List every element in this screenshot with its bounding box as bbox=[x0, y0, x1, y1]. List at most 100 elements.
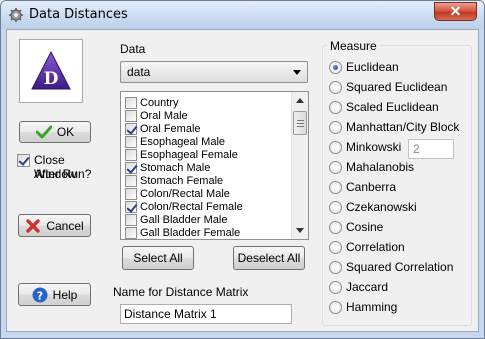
data-label: Data bbox=[120, 42, 146, 56]
measure-option-label: Cosine bbox=[346, 220, 384, 234]
measure-radio[interactable] bbox=[329, 60, 342, 74]
measure-option-czekanowski[interactable]: Czekanowski bbox=[329, 199, 417, 215]
cancel-button[interactable]: Cancel bbox=[18, 214, 91, 237]
measure-option-jaccard[interactable]: Jaccard bbox=[329, 279, 388, 295]
app-icon bbox=[9, 8, 23, 22]
scroll-down-button[interactable] bbox=[292, 222, 308, 239]
measure-option-label: Scaled Euclidean bbox=[346, 100, 439, 114]
list-item[interactable]: Stomach Female bbox=[125, 174, 223, 187]
measure-option-hamming[interactable]: Hamming bbox=[329, 299, 397, 315]
list-item[interactable]: Gall Bladder Male bbox=[125, 213, 227, 226]
measure-option-label: Correlation bbox=[346, 240, 405, 254]
ok-button[interactable]: OK bbox=[19, 121, 91, 143]
measure-option-label: Jaccard bbox=[346, 280, 389, 294]
measure-radio[interactable] bbox=[329, 120, 342, 134]
measure-option-minkowski[interactable]: Minkowski bbox=[329, 139, 401, 155]
list-item[interactable]: Stomach Male bbox=[125, 161, 210, 174]
distance-name-value: Distance Matrix 1 bbox=[124, 307, 217, 321]
list-item[interactable]: Oral Female bbox=[125, 122, 201, 135]
measure-radio[interactable] bbox=[329, 140, 342, 154]
list-item-label: Country bbox=[140, 96, 179, 109]
arrow-down-icon bbox=[296, 228, 304, 233]
list-item[interactable]: Esophageal Female bbox=[125, 148, 238, 161]
measure-radio[interactable] bbox=[329, 240, 342, 254]
data-select-value: data bbox=[127, 65, 151, 79]
list-item-label: Esophageal Female bbox=[140, 148, 238, 161]
measure-option-label: Euclidean bbox=[346, 60, 399, 74]
dialog-body: D OK Close Window After Run? Cancel ? He… bbox=[6, 29, 479, 332]
measure-radio[interactable] bbox=[329, 280, 342, 294]
deselect-all-button[interactable]: Deselect All bbox=[233, 246, 305, 270]
close-after-run-check[interactable] bbox=[17, 154, 30, 167]
list-item-label: Stomach Male bbox=[140, 161, 211, 174]
select-all-button[interactable]: Select All bbox=[122, 246, 194, 270]
list-item-checkbox[interactable] bbox=[125, 213, 137, 226]
measure-radio[interactable] bbox=[329, 160, 342, 174]
close-after-run-checkbox[interactable]: Close Window After Run? bbox=[17, 152, 107, 182]
measure-radio[interactable] bbox=[329, 220, 342, 234]
data-select[interactable]: data bbox=[120, 61, 308, 83]
measure-radio[interactable] bbox=[329, 260, 342, 274]
list-item-checkbox[interactable] bbox=[125, 174, 137, 187]
list-item[interactable]: Gall Bladder Female bbox=[125, 226, 240, 239]
list-item-label: Esophageal Male bbox=[140, 135, 226, 148]
measure-option-scaled-euclidean[interactable]: Scaled Euclidean bbox=[329, 99, 439, 115]
measure-radio[interactable] bbox=[329, 200, 342, 214]
title-bar[interactable]: Data Distances ✕ bbox=[1, 1, 484, 29]
logo-icon: D bbox=[31, 50, 71, 90]
list-item[interactable]: Country bbox=[125, 96, 179, 109]
list-item-checkbox[interactable] bbox=[125, 161, 137, 174]
scroll-up-button[interactable] bbox=[292, 92, 308, 109]
minkowski-power-input[interactable]: 2 bbox=[408, 139, 454, 159]
measure-option-manhattan-city-block[interactable]: Manhattan/City Block bbox=[329, 119, 459, 135]
list-item[interactable]: Colon/Rectal Male bbox=[125, 187, 230, 200]
list-item-checkbox[interactable] bbox=[125, 148, 137, 161]
close-icon: ✕ bbox=[449, 3, 462, 19]
help-label: Help bbox=[52, 287, 78, 302]
list-item-label: Colon/Rectal Male bbox=[140, 187, 230, 200]
variable-list[interactable]: Country Oral Male Oral Female Esophageal Ma… bbox=[120, 91, 309, 240]
list-item-checkbox[interactable] bbox=[125, 109, 137, 122]
list-item-checkbox[interactable] bbox=[125, 135, 137, 148]
measure-option-squared-correlation[interactable]: Squared Correlation bbox=[329, 259, 453, 275]
list-item[interactable]: Oral Male bbox=[125, 109, 188, 122]
chevron-down-icon bbox=[293, 70, 301, 75]
measure-radio[interactable] bbox=[329, 100, 342, 114]
list-item-checkbox[interactable] bbox=[125, 96, 137, 109]
measure-option-canberra[interactable]: Canberra bbox=[329, 179, 396, 195]
deselect-all-label: Deselect All bbox=[237, 251, 301, 265]
arrow-up-icon bbox=[296, 98, 304, 103]
list-item-label: Colon/Rectal Female bbox=[140, 200, 243, 213]
list-item-checkbox[interactable] bbox=[125, 226, 137, 239]
list-item-checkbox[interactable] bbox=[125, 122, 137, 135]
measure-option-euclidean[interactable]: Euclidean bbox=[329, 59, 399, 75]
list-item[interactable]: Colon/Rectal Female bbox=[125, 200, 243, 213]
scrollbar-thumb[interactable] bbox=[293, 111, 307, 135]
list-item-checkbox[interactable] bbox=[125, 200, 137, 213]
measure-option-squared-euclidean[interactable]: Squared Euclidean bbox=[329, 79, 447, 95]
close-button[interactable]: ✕ bbox=[434, 2, 477, 21]
measure-label: Measure bbox=[327, 39, 380, 53]
measure-option-label: Minkowski bbox=[346, 140, 402, 154]
measure-radio[interactable] bbox=[329, 80, 342, 94]
list-item-label: Stomach Female bbox=[140, 174, 224, 187]
measure-radio[interactable] bbox=[329, 300, 342, 314]
distance-name-input[interactable]: Distance Matrix 1 bbox=[120, 304, 292, 324]
data-distances-window: Data Distances ✕ D OK Close Window After… bbox=[0, 0, 485, 339]
svg-text:?: ? bbox=[36, 289, 42, 302]
list-item[interactable]: Esophageal Male bbox=[125, 135, 225, 148]
cancel-label: Cancel bbox=[46, 218, 84, 233]
variable-list-scrollbar[interactable] bbox=[291, 92, 308, 239]
window-title: Data Distances bbox=[29, 7, 128, 22]
help-button[interactable]: ? Help bbox=[18, 283, 91, 306]
minkowski-power-value: 2 bbox=[413, 142, 420, 156]
list-item-checkbox[interactable] bbox=[125, 187, 137, 200]
checkmark-icon bbox=[35, 125, 52, 139]
list-item-label: Gall Bladder Female bbox=[140, 226, 241, 239]
measure-option-correlation[interactable]: Correlation bbox=[329, 239, 405, 255]
measure-option-mahalanobis[interactable]: Mahalanobis bbox=[329, 159, 414, 175]
close-after-run-label-2: After Run? bbox=[34, 167, 92, 181]
measure-option-cosine[interactable]: Cosine bbox=[329, 219, 383, 235]
measure-option-label: Squared Euclidean bbox=[346, 80, 448, 94]
measure-radio[interactable] bbox=[329, 180, 342, 194]
